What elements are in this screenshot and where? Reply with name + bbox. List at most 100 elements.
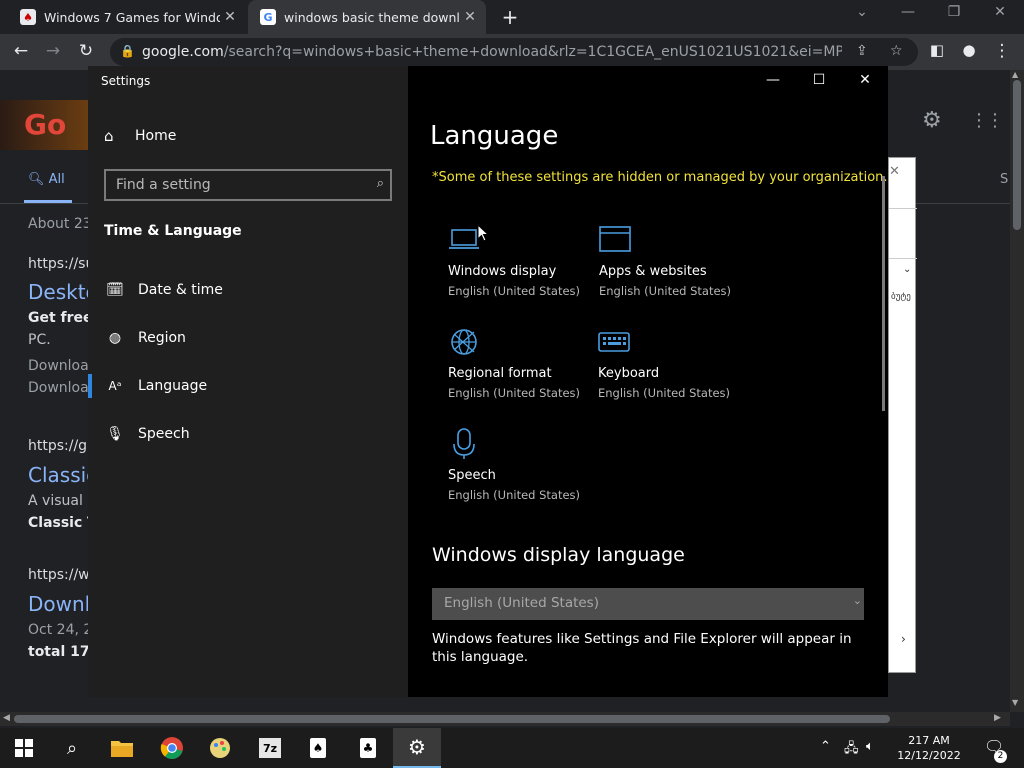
maximize-icon[interactable]: ☐ <box>809 72 829 88</box>
palette-shape <box>210 738 230 758</box>
nav-label: Language <box>138 378 208 394</box>
tools-partial-label[interactable]: S <box>1000 172 1008 187</box>
chrome-icon[interactable] <box>148 728 196 768</box>
minimize-icon[interactable]: — <box>763 72 783 88</box>
browser-tab-strip: ♠ Windows 7 Games for Windows ✕ G window… <box>0 0 1024 34</box>
gear-icon[interactable]: ⚙ <box>922 108 942 133</box>
search-icon[interactable]: ⌕ <box>377 176 384 191</box>
scroll-right-icon[interactable]: ▶ <box>994 713 1001 723</box>
reload-icon[interactable]: ↻ <box>75 41 97 61</box>
nav-region[interactable]: ◍ Region <box>88 318 408 358</box>
tile-sub: English (United States) <box>448 386 581 400</box>
result-url[interactable]: https://wi <box>28 567 90 583</box>
white-popup-panel: ✕ ⌄ ბუტე › <box>888 157 917 673</box>
scroll-left-icon[interactable]: ◀ <box>3 713 10 723</box>
tab-close-icon[interactable]: ✕ <box>460 9 480 25</box>
forward-icon[interactable]: → <box>42 41 64 61</box>
restore-icon[interactable]: ❐ <box>944 4 964 20</box>
tile-regional-format[interactable]: Regional format English (United States) <box>448 326 598 416</box>
volume-icon[interactable]: 🔈︎ <box>866 739 874 754</box>
menu-kebab-icon[interactable]: ⋮ <box>991 41 1013 61</box>
share-icon[interactable]: ⇪ <box>856 43 868 59</box>
tab-windows-basic-theme[interactable]: G windows basic theme download ✕ <box>248 0 486 34</box>
file-explorer-icon[interactable] <box>98 728 146 768</box>
settings-gear-icon[interactable]: ⚙ <box>393 728 441 768</box>
tile-keyboard[interactable]: Keyboard English (United States) <box>598 326 748 416</box>
tab-search-chevron-icon[interactable]: ⌄ <box>852 4 872 20</box>
url-path: /search?q=windows+basic+theme+download&r… <box>223 44 842 60</box>
result-title[interactable]: Downlo <box>28 592 90 616</box>
page-horizontal-scrollbar[interactable]: ◀ ▶ <box>0 712 1010 726</box>
nav-label: Region <box>138 330 186 346</box>
chevron-down-icon[interactable]: ⌄ <box>903 264 911 275</box>
page-vertical-scrollbar[interactable]: ▲ ▼ <box>1010 70 1024 712</box>
bookmark-star-icon[interactable]: ☆ <box>890 43 903 59</box>
spider-solitaire-icon[interactable]: ♣ <box>344 728 392 768</box>
notification-badge: 2 <box>994 750 1007 763</box>
card-shape: ♣ <box>360 738 376 758</box>
side-panel-icon[interactable]: ◧ <box>926 41 948 59</box>
nav-home[interactable]: ⌂ Home <box>104 127 176 145</box>
7zip-icon[interactable]: 7z <box>246 728 294 768</box>
tile-label: Apps & websites <box>599 264 707 279</box>
result-url[interactable]: https://su <box>28 256 90 272</box>
calendar-clock-icon: 🗓︎ <box>106 282 124 298</box>
tile-speech[interactable]: Speech English (United States) <box>448 428 598 518</box>
scroll-thumb[interactable] <box>1013 80 1021 230</box>
new-tab-icon[interactable]: + <box>500 5 520 29</box>
settings-scrollbar[interactable] <box>882 176 885 411</box>
close-icon[interactable]: ✕ <box>889 164 900 179</box>
tab-all[interactable]: 🔍︎ All <box>28 172 65 187</box>
tab-windows-7-games[interactable]: ♠ Windows 7 Games for Windows ✕ <box>8 0 246 34</box>
tile-windows-display[interactable]: Windows display English (United States) <box>448 224 598 314</box>
nav-language[interactable]: Aᵃ Language <box>88 366 408 406</box>
chevron-right-icon[interactable]: › <box>901 632 906 646</box>
result-snippet: Classic T <box>28 515 90 531</box>
result-snippet: PC. <box>28 332 51 348</box>
popup-text: ბუტე <box>891 292 911 302</box>
lock-icon: 🔒 <box>120 44 135 58</box>
display-language-select[interactable]: English (United States) ⌄ <box>432 588 864 620</box>
result-sitelink[interactable]: Downloa <box>28 358 90 374</box>
scroll-up-icon[interactable]: ▲ <box>1012 70 1018 79</box>
tile-apps-websites[interactable]: Apps & websites English (United States) <box>599 224 749 314</box>
tab-close-icon[interactable]: ✕ <box>220 9 240 25</box>
scroll-down-icon[interactable]: ▼ <box>1012 698 1018 707</box>
back-icon[interactable]: ← <box>10 41 32 61</box>
nav-speech[interactable]: 🎙︎ Speech <box>88 414 408 454</box>
solitaire-icon[interactable]: ♠ <box>294 728 342 768</box>
result-url[interactable]: https://git <box>28 438 90 454</box>
paint-app-icon[interactable] <box>196 728 244 768</box>
result-title[interactable]: Classic <box>28 463 90 487</box>
result-snippet: A visual s <box>28 493 90 509</box>
settings-sidebar: Settings ⌂ Home ⌕ Time & Language 🗓︎ Dat… <box>88 66 408 697</box>
search-icon[interactable]: ⌕ <box>48 728 96 768</box>
clock-date: ‎12/‎12/‎2022 <box>897 749 961 762</box>
taskbar: ⌕ 7z ♠ ♣ ⚙ ⌃ 🖧︎ 🔈︎ ‎2‎17 AM <box>0 728 1024 768</box>
laptop-icon <box>449 229 479 249</box>
google-favicon-icon: G <box>260 9 276 25</box>
profile-icon[interactable]: ● <box>958 41 980 59</box>
result-title[interactable]: Deskto <box>28 280 90 304</box>
tile-sub: English (United States) <box>448 488 581 502</box>
display-language-description: Windows features like Settings and File … <box>432 631 852 665</box>
minimize-icon[interactable]: — <box>898 4 918 20</box>
tile-label: Keyboard <box>598 366 660 381</box>
result-sitelink[interactable]: Downloa <box>28 380 90 396</box>
scroll-thumb[interactable] <box>14 715 890 723</box>
nav-label: Date & time <box>138 282 223 298</box>
system-clock[interactable]: ‎2‎17 AM ‎12/‎12/‎2022 <box>888 733 970 763</box>
address-bar[interactable]: 🔒 google.com/search?q=windows+basic+them… <box>110 38 918 66</box>
tray-chevron-up-icon[interactable]: ⌃ <box>820 739 831 754</box>
start-button[interactable] <box>0 728 48 768</box>
browser-toolbar: ← → ↻ 🔒 google.com/search?q=windows+basi… <box>0 34 1024 70</box>
close-icon[interactable]: ✕ <box>990 4 1010 20</box>
google-doodle-logo[interactable]: Go <box>0 100 88 150</box>
network-icon[interactable]: 🖧︎ <box>844 739 859 761</box>
nav-date-time[interactable]: 🗓︎ Date & time <box>88 270 408 310</box>
find-setting-input[interactable] <box>106 171 366 199</box>
snippet-line: Get free W <box>28 310 90 326</box>
close-icon[interactable]: ✕ <box>855 72 875 88</box>
result-stats: About 23 <box>28 216 90 232</box>
settings-app-title: Settings <box>101 74 151 88</box>
